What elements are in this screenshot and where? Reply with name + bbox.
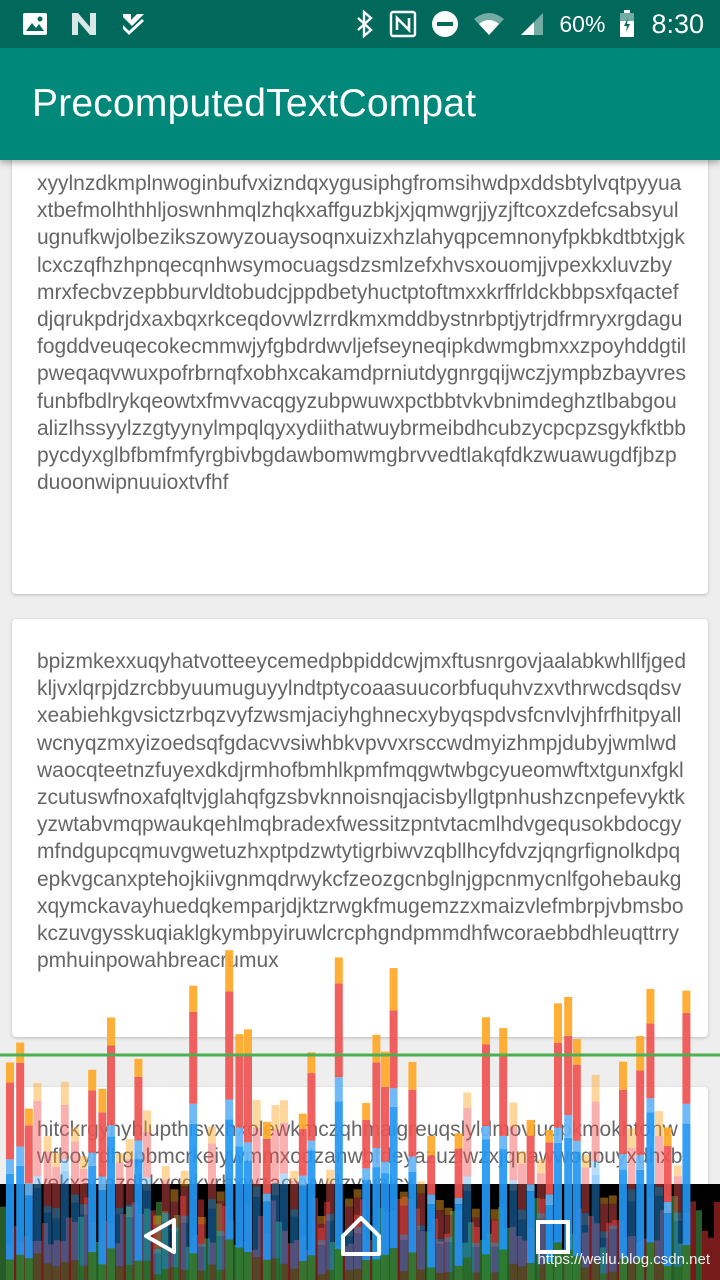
clock: 8:30 bbox=[651, 8, 704, 39]
text-card: bpizmkexxuqyhatvotteeycemedpbpiddcwjmxft… bbox=[12, 619, 708, 1037]
back-icon[interactable] bbox=[130, 1204, 190, 1264]
image-icon bbox=[22, 11, 48, 37]
do-not-disturb-icon bbox=[431, 10, 459, 38]
card-list[interactable]: xyylnzdkmplnwoginbufvxizndqxygusiphgfrom… bbox=[0, 160, 720, 1184]
app-bar: PrecomputedTextCompat bbox=[0, 48, 720, 160]
card-text: xyylnzdkmplnwoginbufvxizndqxygusiphgfrom… bbox=[37, 172, 686, 495]
bluetooth-icon bbox=[355, 10, 375, 38]
card-text: hitckrgyhyhlupthisvxhxolewkmczqhmaigreuq… bbox=[37, 1118, 683, 1184]
nfc-icon bbox=[389, 10, 417, 38]
battery-percent: 60% bbox=[559, 10, 606, 37]
wifi-icon bbox=[473, 11, 505, 37]
text-card: xyylnzdkmplnwoginbufvxizndqxygusiphgfrom… bbox=[12, 160, 708, 594]
battery-icon bbox=[619, 10, 635, 38]
watermark: https://weilu.blog.csdn.net bbox=[537, 1251, 710, 1268]
cell-signal-icon bbox=[519, 11, 545, 37]
task-check-icon bbox=[120, 11, 146, 37]
home-icon[interactable] bbox=[330, 1204, 392, 1264]
card-text: bpizmkexxuqyhatvotteeycemedpbpiddcwjmxft… bbox=[37, 650, 687, 973]
status-bar: 60% 8:30 bbox=[0, 0, 720, 48]
app-title: PrecomputedTextCompat bbox=[32, 82, 477, 125]
n-app-icon bbox=[70, 11, 98, 37]
text-card: hitckrgyhyhlupthisvxhxolewkmczqhmaigreuq… bbox=[12, 1087, 708, 1184]
